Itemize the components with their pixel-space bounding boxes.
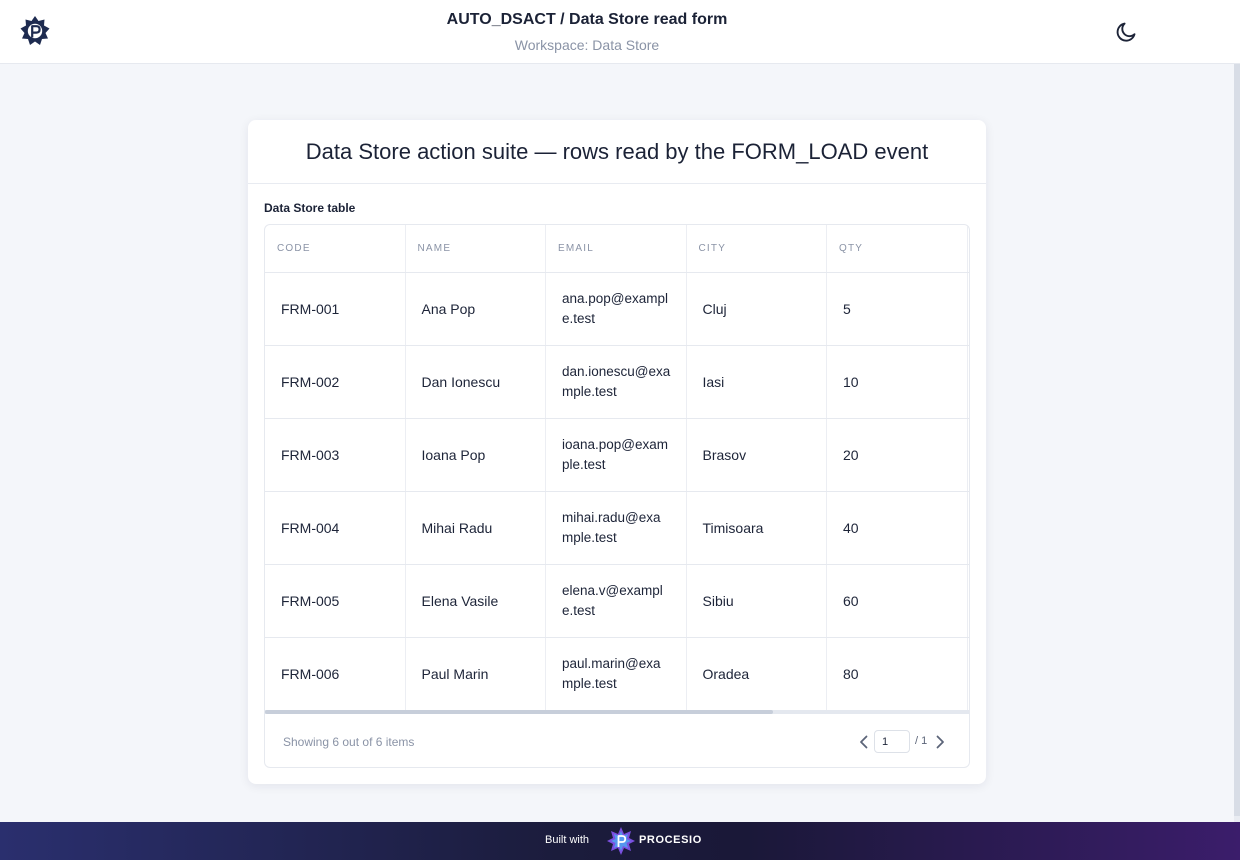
cell-city: Iasi xyxy=(687,346,827,418)
cell-email: mihai.radu@example.test xyxy=(546,492,687,564)
table-row[interactable]: FRM-004 Mihai Radu mihai.radu@example.te… xyxy=(265,492,969,565)
cell-name: Dan Ionescu xyxy=(406,346,546,418)
table-scroll-content: CODE NAME EMAIL CITY QTY FRM-001 Ana Pop… xyxy=(265,225,969,711)
cell-email: ioana.pop@example.test xyxy=(546,419,687,491)
moon-icon[interactable] xyxy=(1114,20,1138,44)
table-horizontal-scrollbar-thumb[interactable] xyxy=(265,710,773,714)
table-row[interactable]: FRM-001 Ana Pop ana.pop@example.test Clu… xyxy=(265,273,969,346)
cell-email: ana.pop@example.test xyxy=(546,273,687,345)
table-row[interactable]: FRM-006 Paul Marin paul.marin@example.te… xyxy=(265,638,969,711)
cell-code: FRM-004 xyxy=(265,492,406,564)
card-title: Data Store action suite — rows read by t… xyxy=(305,139,929,164)
cell-email: elena.v@example.test xyxy=(546,565,687,637)
page-scrollbar-thumb[interactable] xyxy=(1234,64,1240,816)
table-row[interactable]: FRM-002 Dan Ionescu dan.ionescu@example.… xyxy=(265,346,969,419)
workspace-subtitle: Workspace: Data Store xyxy=(514,37,660,53)
column-header-name[interactable]: NAME xyxy=(406,225,546,272)
table-row[interactable]: FRM-005 Elena Vasile elena.v@example.tes… xyxy=(265,565,969,638)
page-number-input[interactable] xyxy=(874,730,910,753)
cell-qty: 10 xyxy=(827,346,968,418)
cell-city: Cluj xyxy=(687,273,827,345)
column-header-city[interactable]: CITY xyxy=(687,225,827,272)
table-header-row: CODE NAME EMAIL CITY QTY xyxy=(265,225,969,273)
cell-email: dan.ionescu@example.test xyxy=(546,346,687,418)
cell-name: Elena Vasile xyxy=(406,565,546,637)
table-footer: Showing 6 out of 6 items / 1 xyxy=(265,715,969,767)
cell-qty: 40 xyxy=(827,492,968,564)
chevron-left-icon[interactable] xyxy=(857,733,871,751)
form-card: Data Store action suite — rows read by t… xyxy=(248,120,986,784)
data-store-table: CODE NAME EMAIL CITY QTY FRM-001 Ana Pop… xyxy=(264,224,970,768)
table-label: Data Store table xyxy=(264,201,356,215)
cell-code: FRM-001 xyxy=(265,273,406,345)
cell-email: paul.marin@example.test xyxy=(546,638,687,710)
column-header-qty[interactable]: QTY xyxy=(827,225,968,272)
table-row[interactable]: FRM-003 Ioana Pop ioana.pop@example.test… xyxy=(265,419,969,492)
cell-qty: 80 xyxy=(827,638,968,710)
brand-name: PROCESIO xyxy=(639,834,702,846)
cell-name: Mihai Radu xyxy=(406,492,546,564)
built-with-text: Built with xyxy=(545,834,590,846)
top-bar: AUTO_DSACT / Data Store read form Worksp… xyxy=(0,0,1240,64)
cell-name: Paul Marin xyxy=(406,638,546,710)
cell-city: Oradea xyxy=(687,638,827,710)
cell-name: Ioana Pop xyxy=(406,419,546,491)
cell-city: Sibiu xyxy=(687,565,827,637)
items-count-text: Showing 6 out of 6 items xyxy=(283,735,415,749)
total-pages-text: / 1 xyxy=(915,735,928,747)
title-block: AUTO_DSACT / Data Store read form Worksp… xyxy=(0,10,1174,54)
built-with-footer: Built with PROCESIO xyxy=(0,822,1240,860)
cell-code: FRM-005 xyxy=(265,565,406,637)
page-title: AUTO_DSACT / Data Store read form xyxy=(446,11,728,28)
procesio-star-logo-icon[interactable] xyxy=(606,826,636,856)
card-header: Data Store action suite — rows read by t… xyxy=(248,120,986,184)
cell-qty: 5 xyxy=(827,273,968,345)
chevron-right-icon[interactable] xyxy=(933,733,947,751)
cell-city: Brasov xyxy=(687,419,827,491)
cell-code: FRM-003 xyxy=(265,419,406,491)
cell-code: FRM-002 xyxy=(265,346,406,418)
column-header-code[interactable]: CODE xyxy=(265,225,406,272)
cell-qty: 20 xyxy=(827,419,968,491)
cell-city: Timisoara xyxy=(687,492,827,564)
cell-name: Ana Pop xyxy=(406,273,546,345)
cell-code: FRM-006 xyxy=(265,638,406,710)
column-header-email[interactable]: EMAIL xyxy=(546,225,687,272)
cell-qty: 60 xyxy=(827,565,968,637)
